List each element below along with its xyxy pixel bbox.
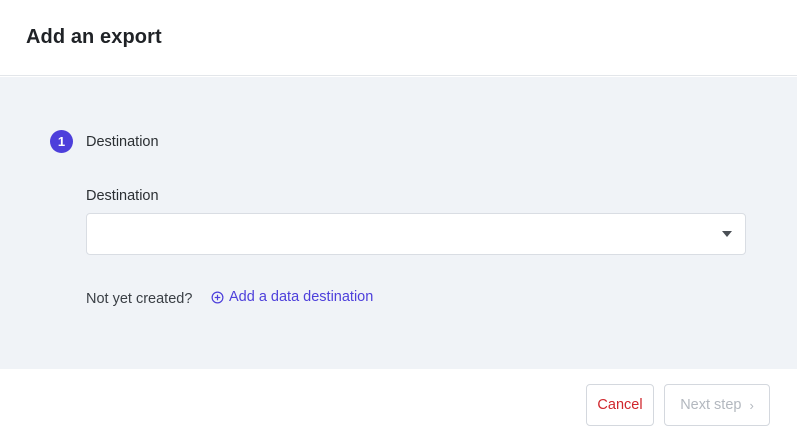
destination-select[interactable] xyxy=(86,213,746,255)
dialog-body: 1 Destination Destination Not yet create… xyxy=(0,77,797,369)
caret-down-icon xyxy=(722,231,732,237)
cancel-button[interactable]: Cancel xyxy=(586,384,654,426)
add-data-destination-link[interactable]: Add a data destination xyxy=(211,289,373,305)
dialog-header: Add an export xyxy=(0,0,797,76)
chevron-right-icon: › xyxy=(749,397,754,413)
next-step-button[interactable]: Next step › xyxy=(664,384,770,426)
not-yet-created-text: Not yet created? xyxy=(86,291,193,307)
next-step-label: Next step xyxy=(680,397,742,413)
step-label: Destination xyxy=(86,134,159,150)
add-data-destination-label: Add a data destination xyxy=(229,289,374,305)
dialog-footer: Cancel Next step › xyxy=(0,369,797,436)
step-number-badge: 1 xyxy=(50,130,73,153)
dialog-title: Add an export xyxy=(26,26,162,48)
plus-circle-icon xyxy=(211,291,224,303)
destination-field-label: Destination xyxy=(86,188,159,204)
